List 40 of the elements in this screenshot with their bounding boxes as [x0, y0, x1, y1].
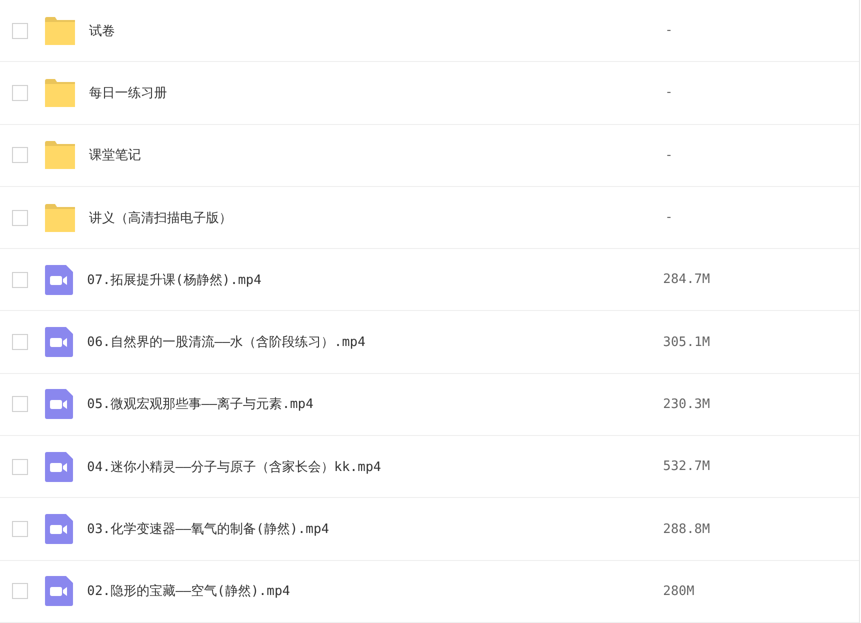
video-file-icon [45, 576, 73, 606]
file-name[interactable]: 05.微观宏观那些事——离子与元素.mp4 [87, 395, 647, 414]
file-name[interactable]: 课堂笔记 [89, 146, 649, 164]
file-size: 288.8M [663, 522, 710, 537]
file-name[interactable]: 06.自然界的一股清流——水（含阶段练习）.mp4 [87, 333, 647, 352]
file-name[interactable]: 02.隐形的宝藏——空气(静然).mp4 [87, 582, 647, 600]
file-size: - [665, 23, 673, 38]
folder-icon [45, 141, 75, 170]
file-name[interactable]: 04.迷你小精灵——分子与原子（含家长会）kk.mp4 [87, 458, 647, 476]
file-size: 230.3M [663, 396, 710, 412]
file-name[interactable]: 07.拓展提升课(杨静然).mp4 [87, 270, 647, 289]
file-size: 305.1M [663, 334, 710, 350]
checkbox[interactable] [12, 210, 28, 226]
checkbox[interactable] [12, 583, 28, 600]
video-file-icon [45, 389, 73, 420]
file-name[interactable]: 03.化学变速器——氧气的制备(静然).mp4 [87, 520, 647, 538]
file-name[interactable]: 讲义（高清扫描电子版） [89, 208, 649, 227]
video-file-icon [45, 264, 73, 295]
checkbox[interactable] [12, 22, 28, 39]
folder-icon [45, 78, 75, 107]
file-size: 284.7M [663, 272, 710, 288]
checkbox[interactable] [12, 458, 28, 475]
video-file-icon [45, 452, 73, 482]
file-size: - [665, 210, 673, 226]
file-size: 532.7M [663, 459, 710, 474]
file-size: - [665, 148, 673, 163]
file-name[interactable]: 每日一练习册 [89, 84, 649, 102]
video-file-icon [45, 327, 73, 358]
checkbox[interactable] [12, 334, 28, 350]
file-size: - [665, 85, 673, 100]
checkbox[interactable] [12, 521, 28, 538]
checkbox[interactable] [12, 147, 28, 164]
checkbox[interactable] [12, 84, 28, 101]
file-size: 280M [663, 584, 694, 599]
folder-icon [45, 16, 75, 45]
folder-icon [45, 204, 75, 232]
video-file-icon [45, 514, 73, 544]
checkbox[interactable] [12, 272, 28, 288]
checkbox[interactable] [12, 396, 28, 412]
file-name[interactable]: 试卷 [89, 22, 649, 40]
